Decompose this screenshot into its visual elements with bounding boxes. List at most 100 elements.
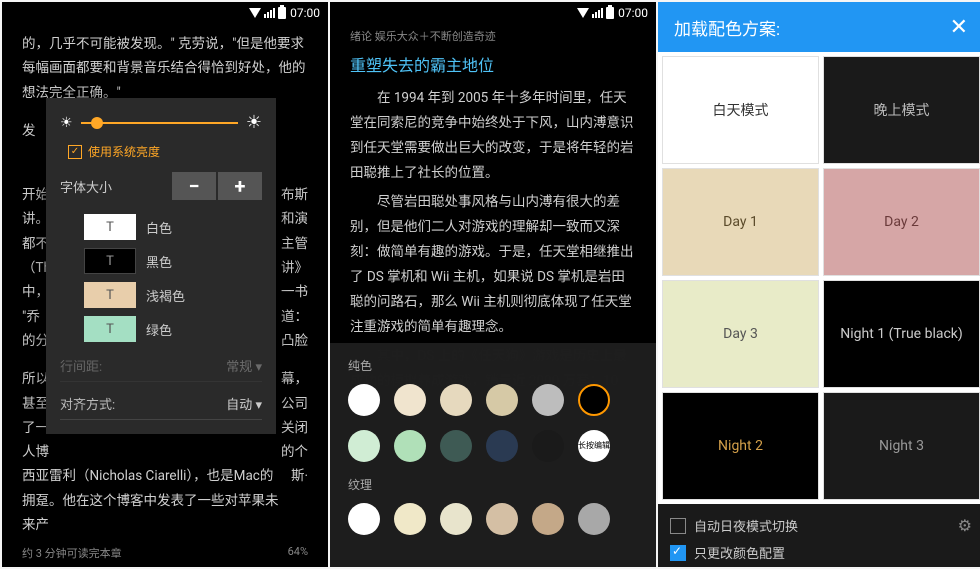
theme-swatch: T — [84, 214, 136, 240]
chapter-title: 重塑失去的霸主地位 — [330, 48, 656, 86]
reader-text: 布斯 和演 主管 讲》 一书 道： 凸脸 — [281, 183, 308, 353]
status-icons — [249, 7, 286, 19]
battery-icon — [278, 7, 286, 19]
color-swatch[interactable] — [348, 503, 380, 535]
color-swatch[interactable] — [532, 430, 564, 462]
battery-icon — [606, 7, 614, 19]
theme-tile[interactable]: Night 3 — [823, 392, 980, 500]
reader-paragraph: 在 1994 年到 2005 年十多年时间里，任天堂在同索尼的竞争中始终处于下风… — [350, 86, 636, 186]
color-swatch[interactable] — [578, 384, 610, 416]
theme-option[interactable]: T 浅褐色 — [60, 282, 262, 308]
display-settings-panel: ☀ ☀ ✓ 使用系统亮度 字体大小 − + T 白色 T 黑色 T 浅褐色 T 绿色 行间距:… — [46, 98, 276, 434]
breadcrumb: 绪论 娱乐大众＋不断创造奇迹 — [330, 24, 656, 48]
theme-label: 浅褐色 — [146, 286, 185, 305]
theme-label: 黑色 — [146, 252, 172, 271]
brightness-slider[interactable] — [81, 122, 238, 124]
checkbox-label: 自动日夜模式切换 — [694, 516, 798, 535]
color-swatch[interactable] — [440, 384, 472, 416]
options-section: 自动日夜模式切换 ⚙ 只更改颜色配置 — [658, 504, 980, 567]
theme-option[interactable]: T 黑色 — [60, 248, 262, 274]
font-size-row: 字体大小 − + — [60, 172, 262, 200]
color-swatch[interactable] — [394, 503, 426, 535]
checkbox-icon — [670, 545, 686, 561]
dialog-header: 加载配色方案: ✕ — [658, 2, 980, 52]
font-increase-button[interactable]: + — [218, 172, 262, 200]
theme-tile[interactable]: 白天模式 — [662, 56, 819, 164]
color-swatch[interactable] — [532, 503, 564, 535]
status-icons — [577, 7, 614, 19]
status-bar: 07:00 — [2, 2, 328, 24]
gear-icon[interactable]: ⚙ — [958, 516, 972, 535]
sheet-section-label: 纯色 — [348, 357, 638, 374]
font-size-label: 字体大小 — [60, 177, 112, 196]
color-swatch[interactable] — [348, 430, 380, 462]
color-swatch[interactable] — [394, 430, 426, 462]
only-colors-checkbox[interactable]: 只更改颜色配置 — [670, 539, 972, 566]
swatch-row: 长按编辑 — [348, 430, 638, 462]
color-scheme-dialog-screen: 加载配色方案: ✕ 白天模式晚上模式Day 1Day 2Day 3Night 1… — [658, 2, 980, 567]
theme-tile[interactable]: Night 2 — [662, 392, 819, 500]
line-spacing-dropdown[interactable]: 行间距: 常规 ▾ — [60, 350, 262, 382]
status-time: 07:00 — [290, 6, 320, 20]
close-icon[interactable]: ✕ — [950, 15, 968, 40]
progress-percent: 64% — [288, 545, 308, 561]
color-swatch[interactable] — [578, 503, 610, 535]
color-picker-sheet: 纯色 长按编辑 纹理 — [330, 343, 656, 567]
font-decrease-button[interactable]: − — [172, 172, 216, 200]
status-time: 07:00 — [618, 6, 648, 20]
theme-option[interactable]: T 白色 — [60, 214, 262, 240]
swatch-row — [348, 384, 638, 416]
status-bar: 07:00 — [330, 2, 656, 24]
time-remaining: 约 3 分钟可读完本章 — [22, 545, 122, 561]
checkbox-icon: ✓ — [68, 145, 82, 159]
reader-settings-screen: 07:00 的，几乎不可能被发现。" 克劳说，"但是他要求每幅画面都要和背景音乐… — [2, 2, 328, 567]
reader-footer: 约 3 分钟可读完本章 64% — [2, 545, 328, 561]
color-swatch[interactable] — [440, 503, 472, 535]
brightness-high-icon: ☀ — [246, 112, 262, 133]
theme-tile[interactable]: Day 3 — [662, 280, 819, 388]
checkbox-label: 使用系统亮度 — [88, 143, 160, 160]
signal-icon — [592, 8, 603, 18]
alignment-dropdown[interactable]: 对齐方式: 自动 ▾ — [60, 388, 262, 420]
network-icon — [249, 8, 261, 18]
color-swatch[interactable] — [486, 503, 518, 535]
font-size-stepper: − + — [172, 172, 262, 200]
reader-text: 的，几乎不可能被发现。" 克劳说，"但是他要求每幅画面都要和背景音乐结合得恰到好… — [22, 32, 308, 105]
theme-swatch: T — [84, 316, 136, 342]
color-swatch[interactable] — [348, 384, 380, 416]
checkbox-icon — [670, 518, 686, 534]
dropdown-label: 对齐方式: — [60, 394, 115, 413]
theme-tile[interactable]: Day 1 — [662, 168, 819, 276]
theme-label: 绿色 — [146, 320, 172, 339]
theme-swatch: T — [84, 282, 136, 308]
brightness-slider-row: ☀ ☀ — [60, 112, 262, 133]
reader-color-sheet-screen: 07:00 绪论 娱乐大众＋不断创造奇迹 重塑失去的霸主地位 在 1994 年到… — [330, 2, 656, 567]
dropdown-value: 常规 — [226, 360, 252, 375]
dialog-title: 加载配色方案: — [674, 15, 780, 40]
reader-text: 发 — [22, 119, 36, 143]
color-swatch[interactable] — [486, 384, 518, 416]
theme-tile[interactable]: Day 2 — [823, 168, 980, 276]
theme-label: 白色 — [146, 218, 172, 237]
swatch-row — [348, 503, 638, 535]
signal-icon — [264, 8, 275, 18]
color-swatch[interactable] — [394, 384, 426, 416]
system-brightness-checkbox[interactable]: ✓ 使用系统亮度 — [60, 143, 262, 160]
color-swatch[interactable] — [532, 384, 564, 416]
network-icon — [577, 8, 589, 18]
theme-grid: 白天模式晚上模式Day 1Day 2Day 3Night 1 (True bla… — [658, 52, 980, 504]
reader-paragraph: 尽管岩田聪处事风格与山内溥有很大的差别，但是他们二人对游戏的理解却一致而又深刻：… — [350, 190, 636, 340]
dropdown-value: 自动 — [226, 398, 252, 413]
theme-option[interactable]: T 绿色 — [60, 316, 262, 342]
edit-swatch-button[interactable]: 长按编辑 — [578, 430, 610, 462]
color-swatch[interactable] — [440, 430, 472, 462]
brightness-low-icon: ☀ — [60, 115, 73, 131]
color-swatch[interactable] — [486, 430, 518, 462]
theme-tile[interactable]: 晚上模式 — [823, 56, 980, 164]
theme-swatch: T — [84, 248, 136, 274]
sheet-section-label: 纹理 — [348, 476, 638, 493]
theme-tile[interactable]: Night 1 (True black) — [823, 280, 980, 388]
auto-daynight-checkbox[interactable]: 自动日夜模式切换 ⚙ — [670, 512, 972, 539]
dropdown-label: 行间距: — [60, 356, 102, 375]
reader-text: 幕， 公司 关闭 的个 斯· — [281, 367, 308, 537]
